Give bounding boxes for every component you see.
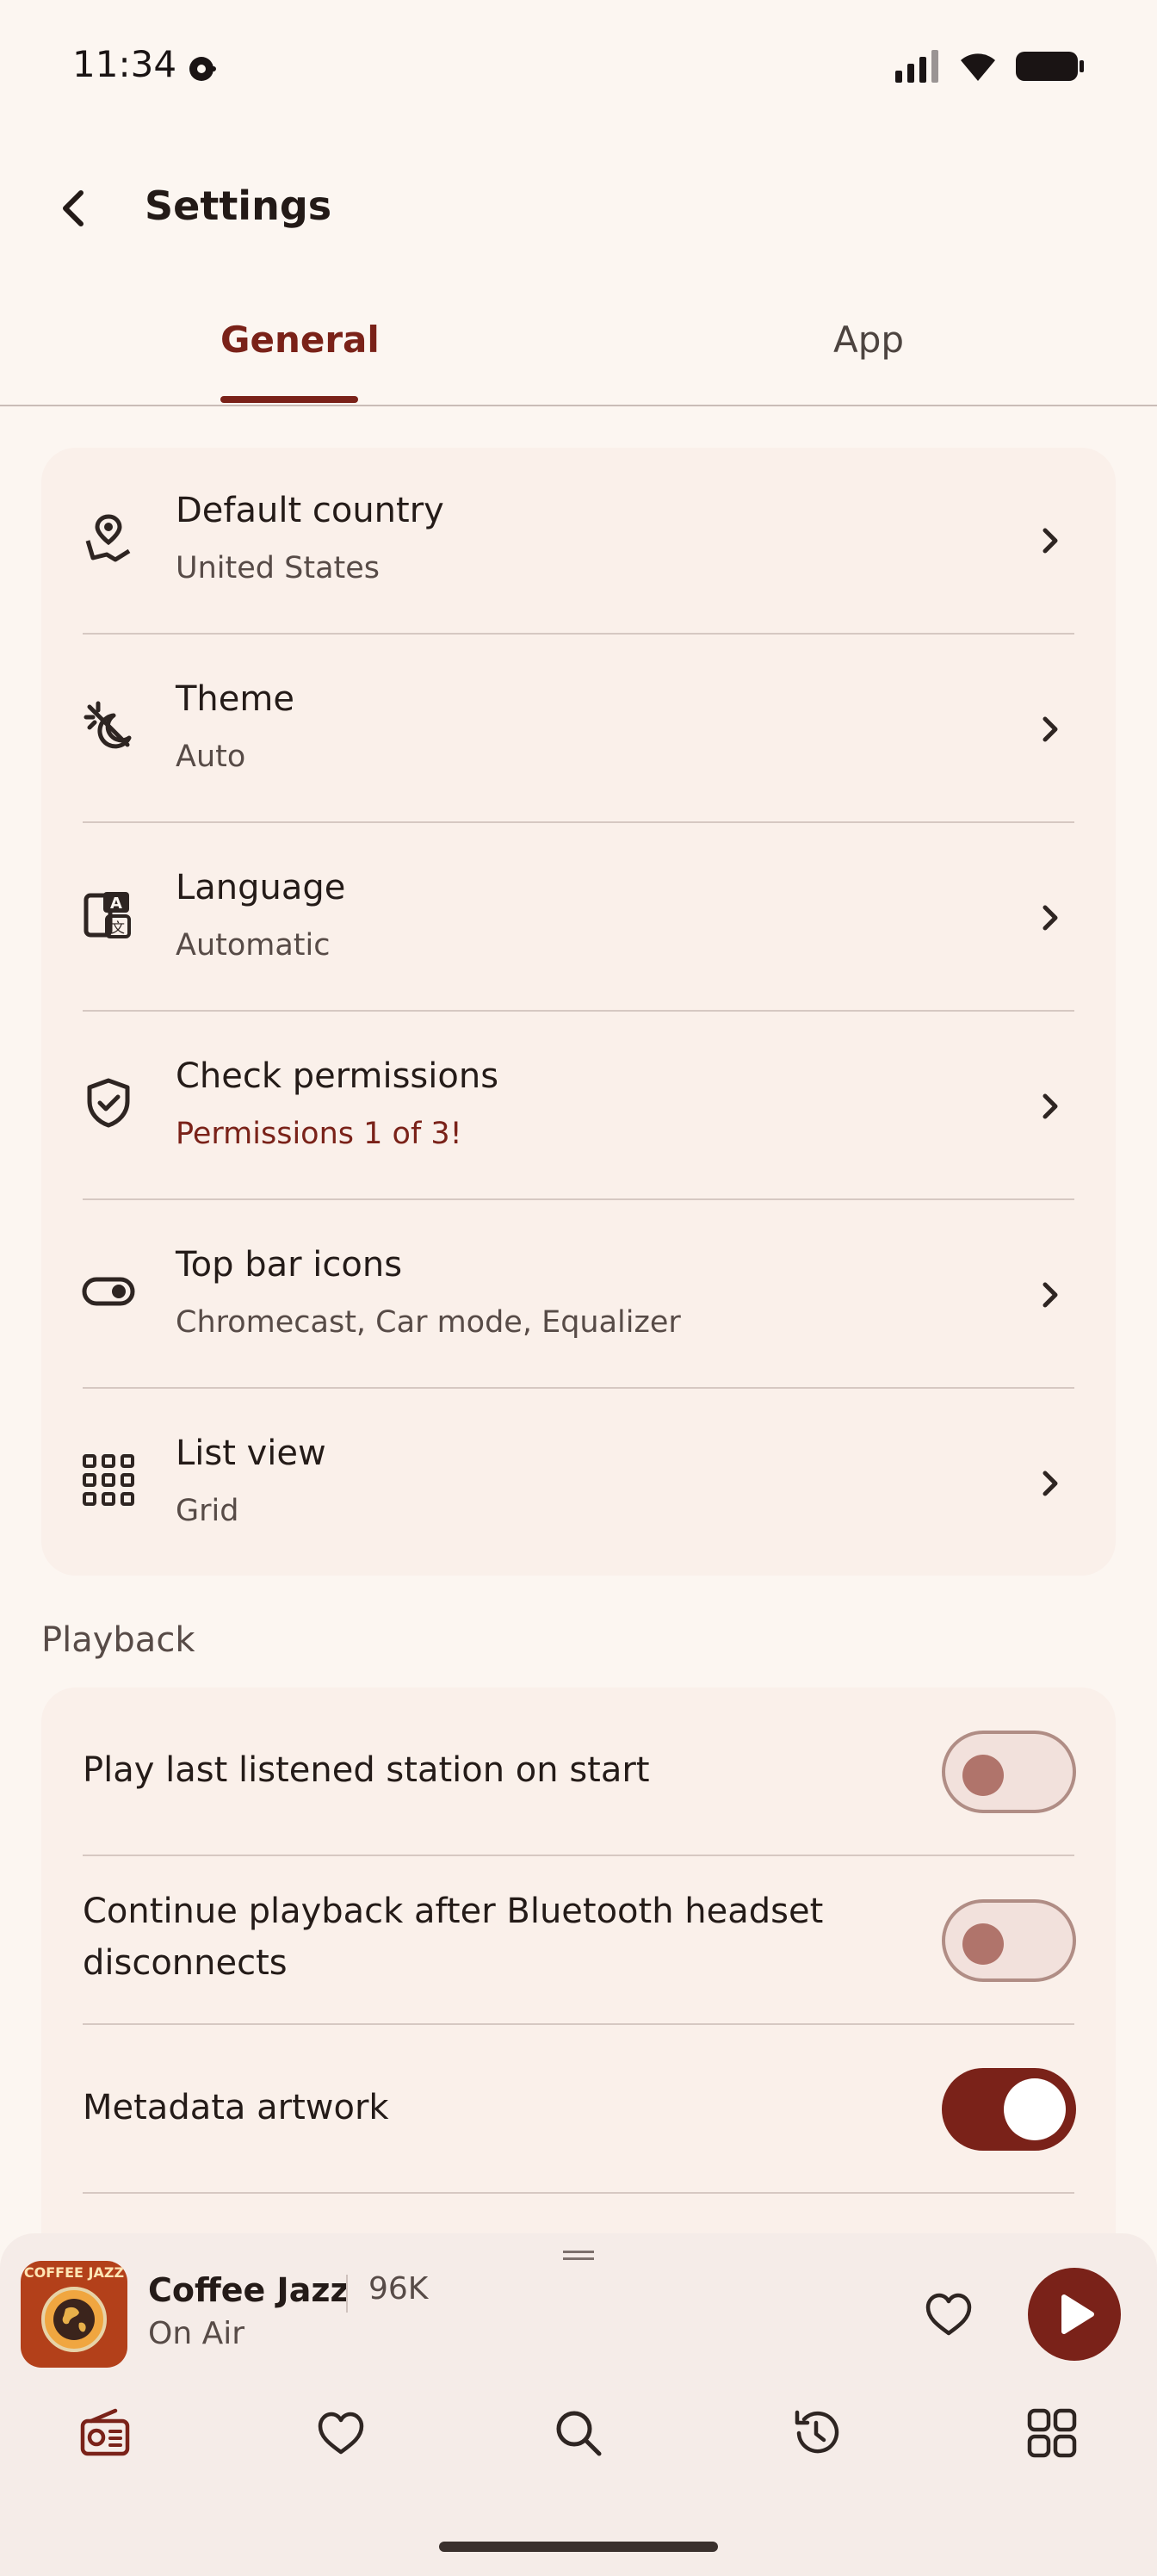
- setting-subtitle: Grid: [176, 1494, 239, 1528]
- svg-text:文: 文: [111, 920, 125, 936]
- chevron-right-icon: [1043, 1471, 1058, 1496]
- tab-general[interactable]: General: [220, 319, 380, 361]
- setting-title: Top bar icons: [176, 1245, 403, 1285]
- metadata-artwork-toggle[interactable]: [942, 2068, 1076, 2151]
- station-name: Coffee Jazz: [148, 2271, 350, 2309]
- section-header-playback: Playback: [41, 1620, 195, 1660]
- divider: [83, 1387, 1074, 1389]
- station-artwork: COFFEE JAZZ: [21, 2261, 127, 2368]
- chevron-right-icon: [1043, 528, 1058, 554]
- tab-indicator: [220, 396, 358, 403]
- tab-app[interactable]: App: [833, 319, 904, 361]
- play-last-station-toggle[interactable]: [942, 1731, 1076, 1813]
- playback-settings-card: Play last listened station on start Cont…: [41, 1687, 1116, 2290]
- back-arrow-icon[interactable]: [46, 181, 102, 236]
- chevron-right-icon: [1043, 1282, 1058, 1308]
- play-icon: [1061, 2294, 1094, 2334]
- setting-title: List view: [176, 1434, 326, 1473]
- setting-top-bar-icons[interactable]: Top bar icons Chromecast, Car mode, Equa…: [41, 1202, 1116, 1390]
- divider: [83, 2192, 1074, 2194]
- wifi-icon: [961, 53, 995, 81]
- setting-subtitle: Chromecast, Car mode, Equalizer: [176, 1305, 681, 1340]
- translate-icon: A 文: [84, 892, 131, 938]
- notification-icon: [189, 57, 216, 81]
- setting-list-view[interactable]: List view Grid: [41, 1390, 1116, 1579]
- setting-label: Continue playback after Bluetooth headse…: [83, 1892, 824, 1983]
- general-settings-card: Default country United States Theme Auto…: [41, 448, 1116, 1576]
- app-bar: Settings: [0, 164, 1157, 258]
- divider: [83, 1198, 1074, 1200]
- battery-icon: [1016, 52, 1084, 81]
- divider: [83, 1010, 1074, 1012]
- setting-title: Check permissions: [176, 1056, 499, 1096]
- globe-icon: [41, 2287, 107, 2352]
- heart-icon[interactable]: [921, 2287, 976, 2342]
- toggle-knob: [962, 1923, 1004, 1965]
- setting-title: Default country: [176, 491, 444, 530]
- chevron-right-icon: [1043, 1093, 1058, 1119]
- chevron-right-icon: [1043, 716, 1058, 742]
- setting-theme[interactable]: Theme Auto: [41, 636, 1116, 825]
- play-button[interactable]: [1028, 2268, 1121, 2361]
- toggle-knob: [1004, 2078, 1066, 2140]
- nav-radio-icon[interactable]: [77, 2406, 133, 2461]
- playback-status: On Air: [148, 2316, 245, 2351]
- artwork-label: COFFEE JAZZ: [23, 2264, 125, 2281]
- setting-title: Language: [176, 868, 346, 907]
- setting-check-permissions[interactable]: Check permissions Permissions 1 of 3!: [41, 1013, 1116, 1202]
- bluetooth-continue-toggle[interactable]: [942, 1899, 1076, 1982]
- theme-icon: [84, 701, 132, 749]
- bottom-navigation: [0, 2388, 1157, 2492]
- setting-label: Metadata artwork: [83, 2088, 389, 2127]
- nav-browse-icon[interactable]: [1024, 2406, 1080, 2461]
- tab-bar: General App: [0, 310, 1157, 406]
- drag-handle-icon[interactable]: [563, 2251, 594, 2261]
- home-indicator[interactable]: [439, 2542, 718, 2552]
- chevron-right-icon: [1043, 905, 1058, 931]
- grid-icon: [83, 1454, 134, 1506]
- setting-subtitle: Automatic: [176, 928, 331, 963]
- toggle-knob: [962, 1755, 1004, 1796]
- listener-count: 96K: [368, 2271, 429, 2307]
- setting-label: Play last listened station on start: [83, 1750, 650, 1790]
- svg-text:A: A: [110, 895, 122, 913]
- setting-default-country[interactable]: Default country United States: [41, 448, 1116, 636]
- page-title: Settings: [145, 183, 332, 229]
- toggle-icon: [82, 1277, 135, 1306]
- shield-check-icon: [87, 1078, 130, 1128]
- status-time: 11:34: [72, 43, 177, 85]
- setting-subtitle: Auto: [176, 740, 246, 774]
- divider: [83, 633, 1074, 635]
- separator: [346, 2275, 348, 2313]
- setting-subtitle: United States: [176, 551, 381, 585]
- setting-title: Theme: [176, 679, 294, 719]
- map-pin-icon: [85, 514, 131, 562]
- status-bar: 11:34: [0, 0, 1157, 138]
- signal-icon: [895, 50, 938, 83]
- mini-player[interactable]: COFFEE JAZZ Coffee Jazz 96K On Air: [0, 2233, 1157, 2576]
- nav-favorites-icon[interactable]: [313, 2406, 368, 2461]
- setting-metadata-artwork[interactable]: Metadata artwork: [41, 2025, 1116, 2192]
- setting-subtitle-warning: Permissions 1 of 3!: [176, 1117, 462, 1151]
- setting-bluetooth-continue[interactable]: Continue playback after Bluetooth headse…: [41, 1856, 1116, 2023]
- divider: [83, 821, 1074, 823]
- setting-play-last-station[interactable]: Play last listened station on start: [41, 1687, 1116, 1855]
- nav-history-icon[interactable]: [789, 2406, 844, 2461]
- setting-language[interactable]: A 文 Language Automatic: [41, 825, 1116, 1013]
- nav-search-icon[interactable]: [551, 2406, 606, 2461]
